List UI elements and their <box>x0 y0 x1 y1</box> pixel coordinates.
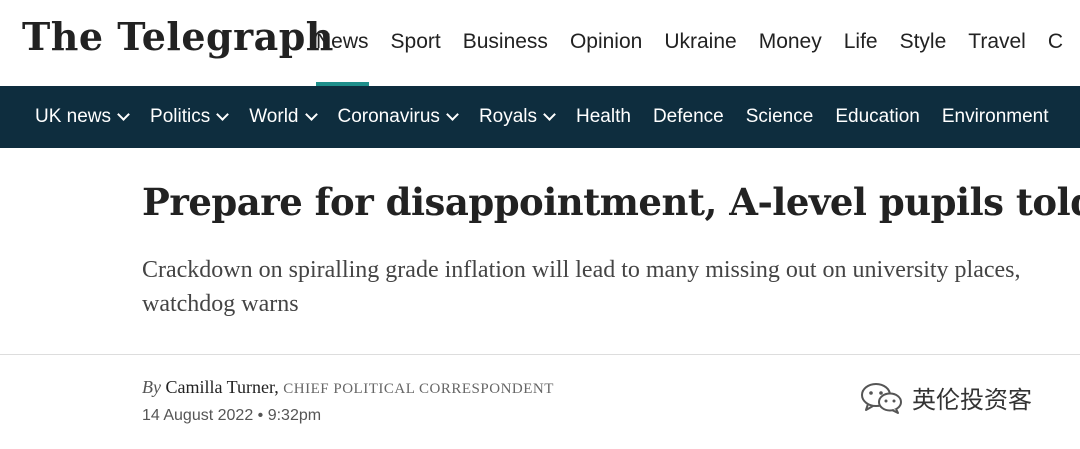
publish-date: 14 August 2022 • 9:32pm <box>142 407 322 424</box>
subnav-science[interactable]: Science <box>746 106 814 128</box>
subnav-royals[interactable]: Royals <box>478 106 556 128</box>
subnav-label: Science <box>745 106 814 127</box>
top-header: The Telegraph News Sport Business Opinio… <box>0 0 1080 86</box>
nav-truncated[interactable]: C <box>1048 0 1063 86</box>
site-logo[interactable]: The Telegraph <box>22 14 334 59</box>
subnav-label: Environment <box>941 106 1049 127</box>
subnav-defence[interactable]: Defence <box>653 106 724 128</box>
byline-prefix: By <box>142 377 161 397</box>
nav-style[interactable]: Style <box>900 0 947 86</box>
chevron-down-icon <box>446 108 459 121</box>
nav-news[interactable]: News <box>316 0 369 86</box>
nav-travel[interactable]: Travel <box>968 0 1026 86</box>
nav-life[interactable]: Life <box>844 0 878 86</box>
section-nav: UK news Politics World Coronavirus Royal… <box>0 86 1080 148</box>
watermark: 英伦投资客 <box>860 380 1032 415</box>
chevron-down-icon <box>304 108 318 121</box>
subnav-label: Defence <box>652 106 724 127</box>
subnav-coronavirus[interactable]: Coronavirus <box>337 106 459 128</box>
chevron-down-icon <box>216 108 230 121</box>
divider <box>0 354 1080 355</box>
article-standfirst: Crackdown on spiralling grade inflation … <box>142 257 1021 317</box>
primary-nav: News Sport Business Opinion Ukraine Mone… <box>316 0 1080 86</box>
subnav-label: Politics <box>150 106 211 127</box>
byline: By Camilla Turner, CHIEF POLITICAL CORRE… <box>142 377 554 398</box>
nav-money[interactable]: Money <box>759 0 822 86</box>
subnav-politics[interactable]: Politics <box>150 106 230 128</box>
author-name[interactable]: Camilla Turner, <box>165 377 278 397</box>
author-role: CHIEF POLITICAL CORRESPONDENT <box>283 381 554 397</box>
subnav-label: Education <box>835 106 920 127</box>
subnav-world[interactable]: World <box>249 106 318 128</box>
subnav-label: Health <box>576 106 631 127</box>
subnav-label: Royals <box>478 106 538 127</box>
watermark-text: 英伦投资客 <box>912 386 1032 414</box>
wechat-icon <box>861 382 902 414</box>
chevron-down-icon <box>117 108 130 121</box>
article-headline: Prepare for disappointment, A-level pupi… <box>142 180 1080 224</box>
subnav-health[interactable]: Health <box>576 106 631 128</box>
nav-ukraine[interactable]: Ukraine <box>664 0 736 86</box>
subnav-education[interactable]: Education <box>835 106 920 128</box>
nav-opinion[interactable]: Opinion <box>570 0 642 86</box>
subnav-label: Coronavirus <box>337 106 440 127</box>
subnav-environment[interactable]: Environment <box>942 106 1049 128</box>
subnav-uk-news[interactable]: UK news <box>35 106 130 128</box>
subnav-label: UK news <box>35 106 112 127</box>
chevron-down-icon <box>543 108 556 121</box>
nav-business[interactable]: Business <box>463 0 548 86</box>
nav-sport[interactable]: Sport <box>391 0 441 86</box>
subnav-label: World <box>249 106 299 127</box>
